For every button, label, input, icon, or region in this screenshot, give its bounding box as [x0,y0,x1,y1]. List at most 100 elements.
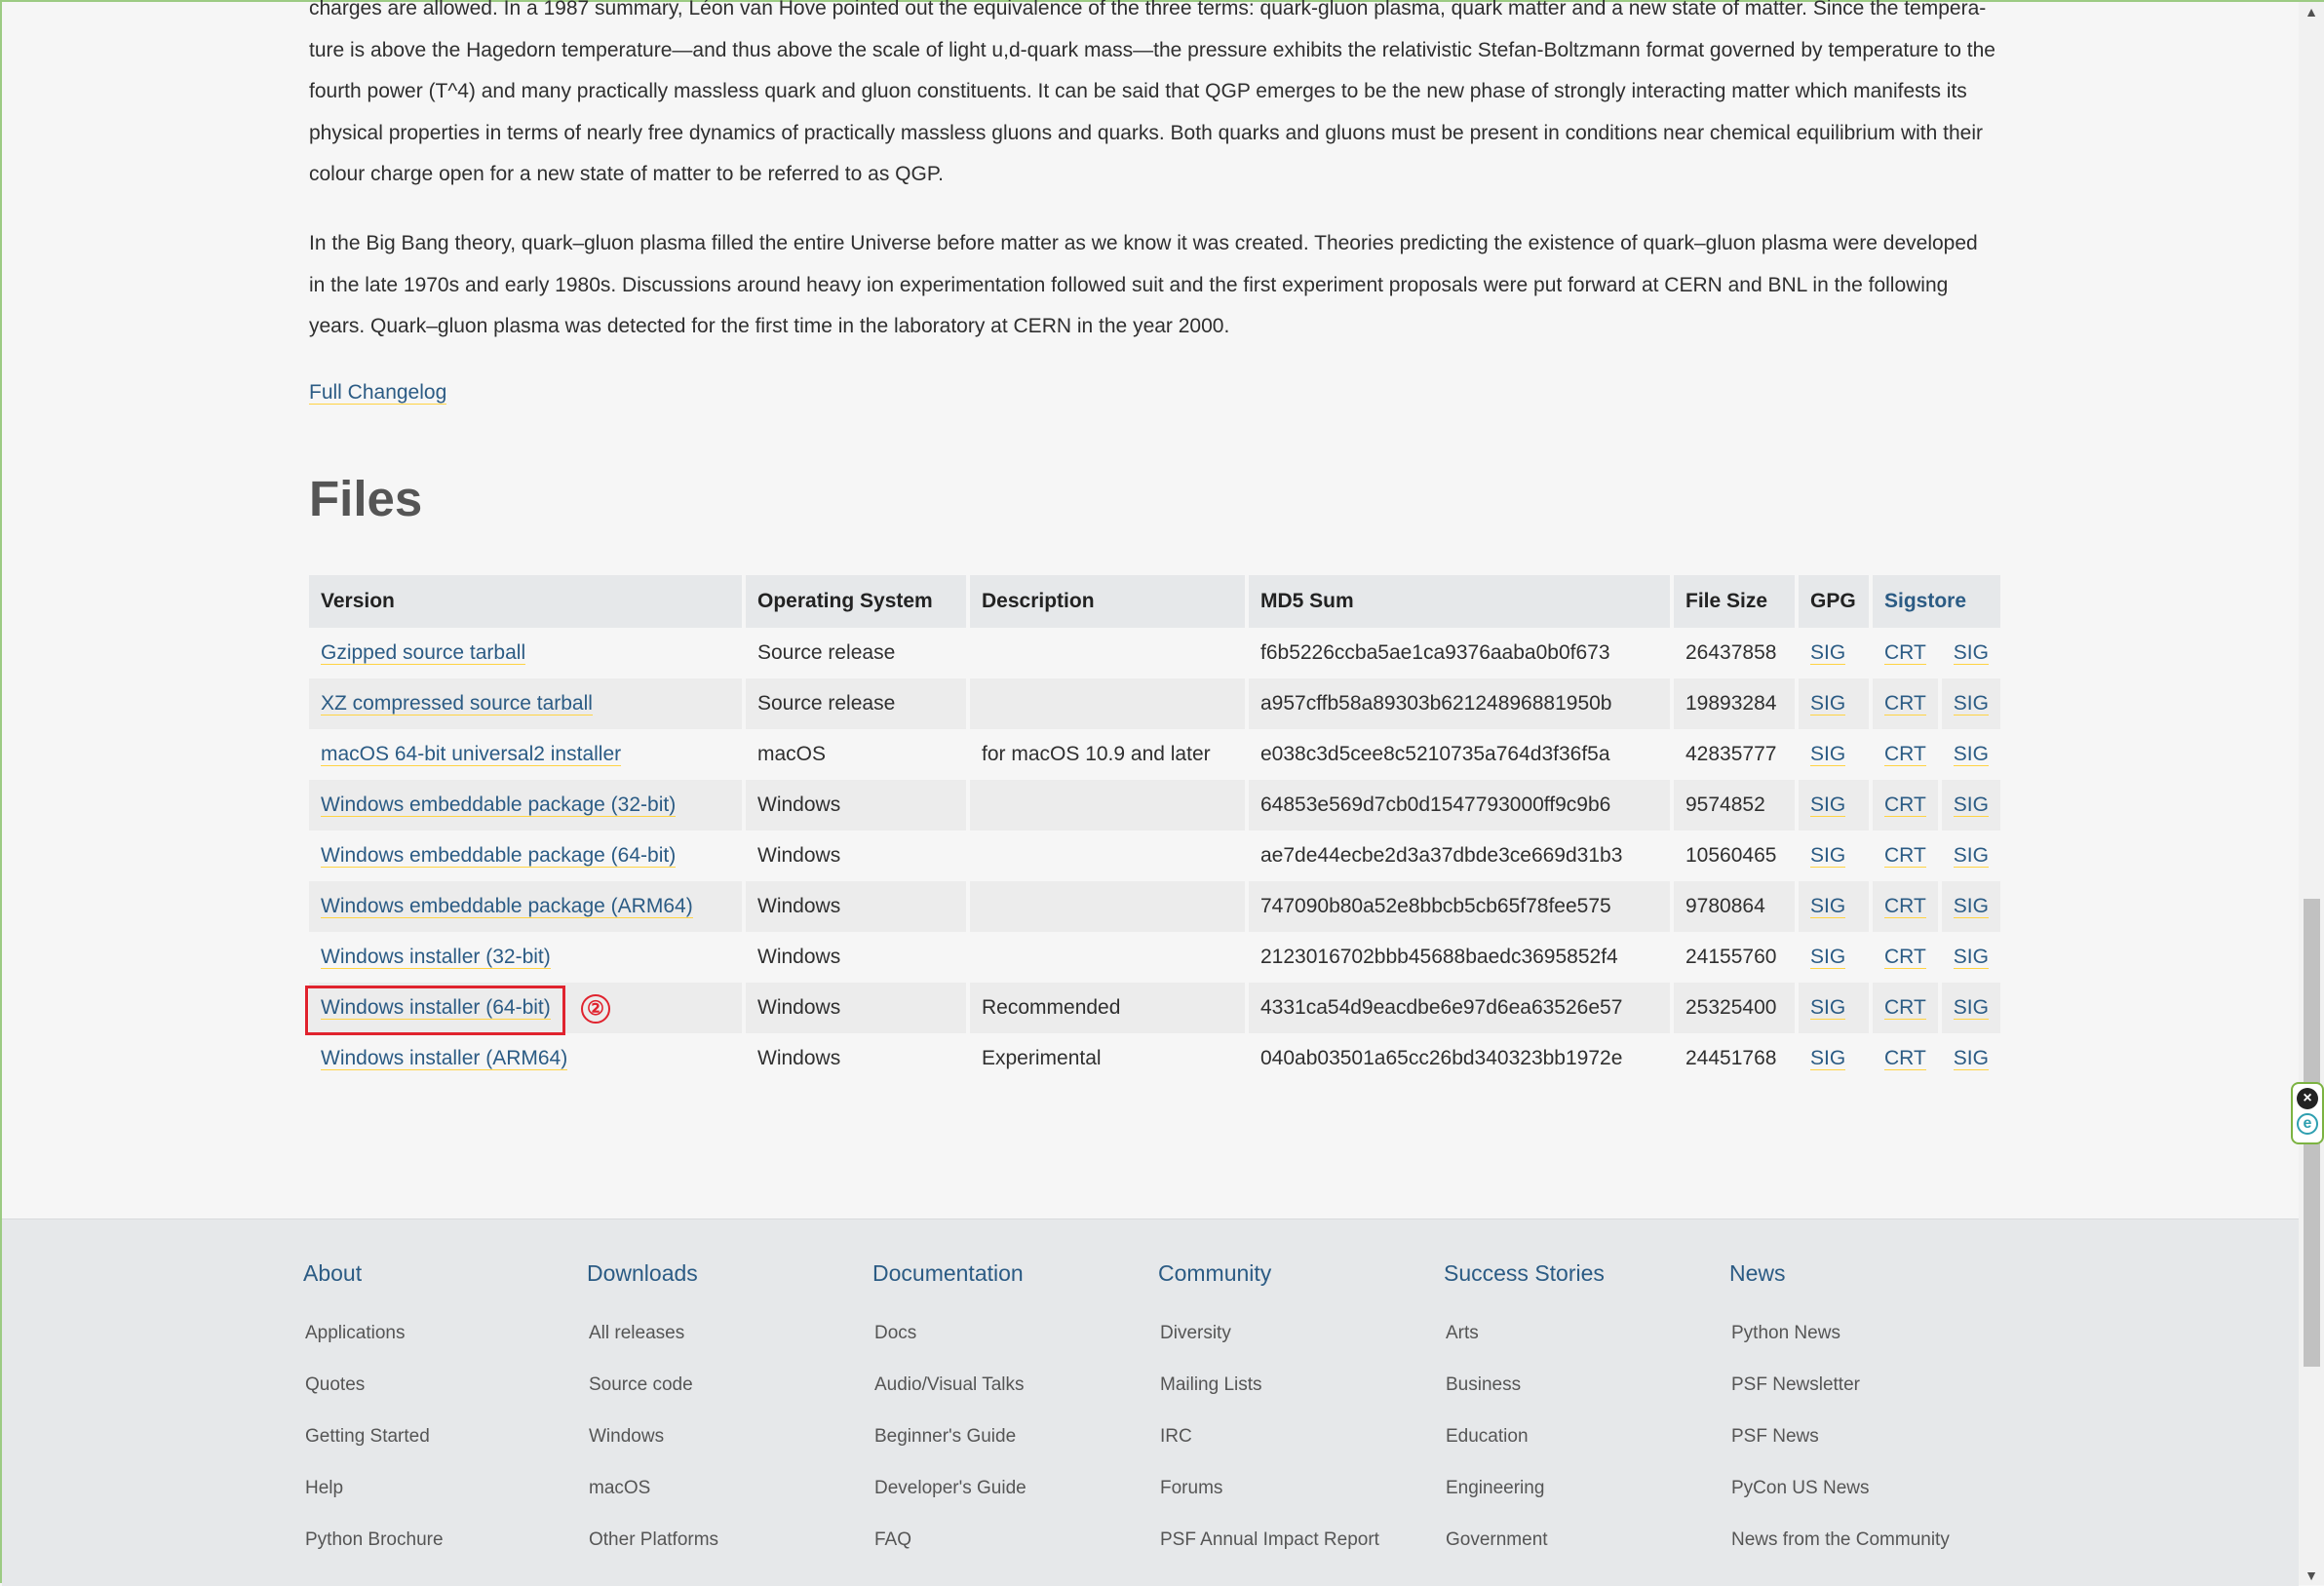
footer-link[interactable]: Help [303,1462,444,1514]
file-version-link[interactable]: Windows embeddable package (32-bit) [321,793,677,817]
footer-link[interactable]: Getting Started [303,1411,444,1462]
footer-link[interactable]: Python News [1729,1307,1950,1359]
file-version-link[interactable]: Windows installer (ARM64) [321,1047,568,1070]
chevron-down-icon[interactable]: ▼ [2299,1566,2324,1585]
sigstore-sig-link[interactable]: SIG [1953,844,1989,868]
sigstore-crt-link[interactable]: CRT [1884,1047,1926,1070]
cell-version: Windows installer (32-bit) [309,932,742,983]
sigstore-sig-link[interactable]: SIG [1953,641,1989,665]
header-sigstore[interactable]: Sigstore [1873,575,2000,628]
sigstore-crt-link[interactable]: CRT [1884,996,1926,1020]
footer-link[interactable]: Beginner's Guide [872,1411,1026,1462]
file-version-link[interactable]: Windows embeddable package (64-bit) [321,844,677,868]
footer-link[interactable]: News from the Community [1729,1514,1950,1566]
cell-version: XZ compressed source tarball [309,678,742,729]
header-size: File Size [1674,575,1795,628]
footer-link[interactable]: PSF Annual Impact Report [1158,1514,1379,1566]
cell-size: 9780864 [1674,881,1795,932]
sigstore-crt-link[interactable]: CRT [1884,641,1926,665]
header-version: Version [309,575,742,628]
full-changelog-link[interactable]: Full Changelog [309,381,447,405]
sigstore-sig-link[interactable]: SIG [1953,895,1989,918]
file-version-link[interactable]: Windows installer (32-bit) [321,946,551,969]
gpg-sig-link[interactable]: SIG [1810,641,1846,665]
cell-sig: SIG [1941,983,2000,1033]
footer-link[interactable]: Python Brochure [303,1514,444,1566]
file-version-link[interactable]: Gzipped source tarball [321,641,526,665]
footer-link[interactable]: All releases [587,1307,718,1359]
cell-gpg: SIG [1799,678,1869,729]
cell-description [970,881,1245,932]
sigstore-crt-link[interactable]: CRT [1884,895,1926,918]
sigstore-crt-link[interactable]: CRT [1884,844,1926,868]
page-scrollbar[interactable]: ▲ ▼ [2299,2,2324,1585]
gpg-sig-link[interactable]: SIG [1810,692,1846,716]
footer-link[interactable]: PSF News [1729,1411,1950,1462]
gpg-sig-link[interactable]: SIG [1810,996,1846,1020]
close-icon[interactable]: × [2297,1088,2318,1109]
header-gpg: GPG [1799,575,1869,628]
footer-column-title[interactable]: Community [1158,1258,1379,1288]
footer-link[interactable]: Quotes [303,1359,444,1411]
file-version-link[interactable]: Windows embeddable package (ARM64) [321,895,693,918]
sigstore-crt-link[interactable]: CRT [1884,743,1926,766]
sigstore-crt-link[interactable]: CRT [1884,692,1926,716]
gpg-sig-link[interactable]: SIG [1810,793,1846,817]
footer-link[interactable]: Audio/Visual Talks [872,1359,1026,1411]
sigstore-sig-link[interactable]: SIG [1953,793,1989,817]
sigstore-sig-link[interactable]: SIG [1953,1047,1989,1070]
cell-sig: SIG [1941,678,2000,729]
footer-link[interactable]: Forums [1158,1462,1379,1514]
sigstore-crt-link[interactable]: CRT [1884,793,1926,817]
footer-link[interactable]: Diversity [1158,1307,1379,1359]
footer-link[interactable]: Developer's Guide [872,1462,1026,1514]
footer-column-title[interactable]: About [303,1258,444,1288]
gpg-sig-link[interactable]: SIG [1810,895,1846,918]
cell-gpg: SIG [1799,1033,1869,1084]
footer-link[interactable]: Windows [587,1411,718,1462]
footer-link[interactable]: Education [1444,1411,1605,1462]
cell-sig: SIG [1941,729,2000,780]
gpg-sig-link[interactable]: SIG [1810,743,1846,766]
footer-link[interactable]: FAQ [872,1514,1026,1566]
footer-link[interactable]: Arts [1444,1307,1605,1359]
sigstore-sig-link[interactable]: SIG [1953,996,1989,1020]
sigstore-crt-link[interactable]: CRT [1884,946,1926,969]
sigstore-sig-link[interactable]: SIG [1953,692,1989,716]
sigstore-sig-link[interactable]: SIG [1953,743,1989,766]
cell-description [970,780,1245,831]
cell-md5: 4331ca54d9eacdbe6e97d6ea63526e57 [1249,983,1670,1033]
footer-link[interactable]: Engineering [1444,1462,1605,1514]
cell-gpg: SIG [1799,831,1869,881]
cell-sig: SIG [1941,1033,2000,1084]
footer-link[interactable]: PyCon US News [1729,1462,1950,1514]
footer-link[interactable]: macOS [587,1462,718,1514]
cell-crt: CRT [1873,983,1938,1033]
file-version-link[interactable]: XZ compressed source tarball [321,692,593,716]
gpg-sig-link[interactable]: SIG [1810,1047,1846,1070]
cell-os: Windows [746,983,966,1033]
footer-link[interactable]: Government [1444,1514,1605,1566]
chevron-up-icon[interactable]: ▲ [2299,2,2324,21]
gpg-sig-link[interactable]: SIG [1810,844,1846,868]
footer-link[interactable]: Docs [872,1307,1026,1359]
extension-e-icon[interactable]: e [2297,1113,2318,1135]
sigstore-sig-link[interactable]: SIG [1953,946,1989,969]
file-version-link[interactable]: macOS 64-bit universal2 installer [321,743,622,766]
footer-link[interactable]: Other Platforms [587,1514,718,1566]
footer-link[interactable]: IRC [1158,1411,1379,1462]
footer-link[interactable]: Business [1444,1359,1605,1411]
cell-version: Windows embeddable package (32-bit) [309,780,742,831]
cell-md5: 040ab03501a65cc26bd340323bb1972e [1249,1033,1670,1084]
footer-column-title[interactable]: Documentation [872,1258,1026,1288]
footer-link[interactable]: PSF Newsletter [1729,1359,1950,1411]
footer-column-title[interactable]: Success Stories [1444,1258,1605,1288]
cell-crt: CRT [1873,729,1938,780]
footer-link[interactable]: Mailing Lists [1158,1359,1379,1411]
footer-link[interactable]: Source code [587,1359,718,1411]
gpg-sig-link[interactable]: SIG [1810,946,1846,969]
footer-column-title[interactable]: News [1729,1258,1950,1288]
footer-column-title[interactable]: Downloads [587,1258,718,1288]
cell-os: Windows [746,932,966,983]
footer-link[interactable]: Applications [303,1307,444,1359]
